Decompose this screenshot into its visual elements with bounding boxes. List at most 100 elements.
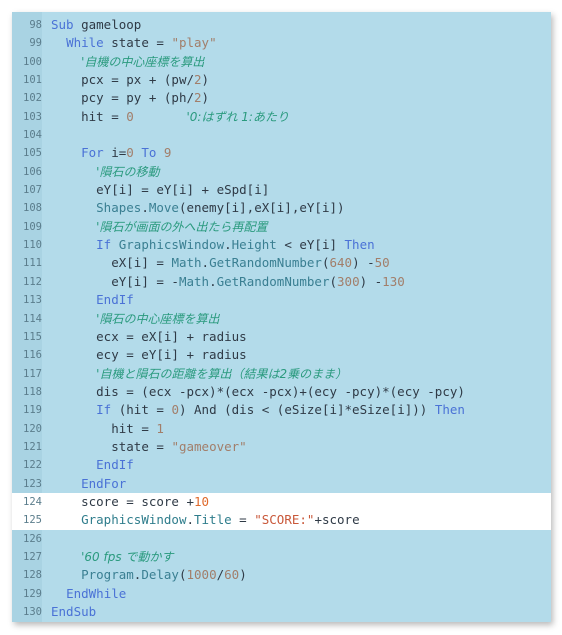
line-number: 105: [23, 147, 42, 160]
comment: '隕石の中心座標を算出: [96, 311, 220, 326]
code-text: pcy = py + (ph/: [81, 90, 194, 106]
line-number: 115: [23, 330, 42, 343]
code-text: < eY[i]: [276, 237, 345, 253]
code-line[interactable]: 116 ecy = eY[i] + radius: [12, 346, 551, 364]
line-number: 103: [23, 110, 42, 123]
line-number: 109: [23, 220, 42, 233]
line-number: 114: [23, 312, 42, 325]
code-content: dis = (ecx -pcx)*(ecx -pcx)+(ecy -pcy)*(…: [51, 383, 465, 401]
number-literal: 1: [156, 420, 164, 436]
number-literal: 0: [171, 402, 179, 418]
comment: '自機と隕石の距離を算出（結果は2乗のまま）: [96, 366, 348, 381]
code-line[interactable]: 99 While state = "play": [12, 34, 551, 52]
comment: '隕石が画面の外へ出たら再配置: [96, 219, 268, 234]
keyword: Then: [434, 402, 465, 418]
code-content: hit = 1: [51, 420, 164, 438]
code-text: .: [224, 237, 232, 253]
line-number: 127: [23, 550, 42, 563]
code-line[interactable]: 122 EndIf: [12, 456, 551, 474]
code-line[interactable]: 110 If GraphicsWindow.Height < eY[i] The…: [12, 236, 551, 254]
code-line[interactable]: 127 '60 fps で動かす: [12, 548, 551, 566]
comment: '0:はずれ 1:あたり: [186, 109, 289, 124]
code-text: eY[i] = eY[i] + eSpd[i]: [96, 182, 270, 198]
code-line[interactable]: 106 '隕石の移動: [12, 163, 551, 181]
code-line[interactable]: 100 '自機の中心座標を算出: [12, 53, 551, 71]
keyword: Sub: [51, 17, 74, 32]
line-number: 118: [23, 385, 42, 398]
code-text: ecy = eY[i] + radius: [96, 347, 247, 363]
code-line[interactable]: 112 eY[i] = -Math.GetRandomNumber(300) -…: [12, 273, 551, 291]
code-text: (: [329, 273, 338, 289]
code-line[interactable]: 105 For i=0 To 9: [12, 144, 551, 162]
code-line[interactable]: 119 If (hit = 0) And (dis < (eSize[i]*eS…: [12, 401, 551, 419]
code-text: (enemy[i],eX[i],eY[i]): [178, 200, 345, 216]
keyword: EndWhile: [66, 585, 127, 601]
code-text: (: [178, 567, 187, 583]
number-literal: 60: [224, 567, 240, 583]
code-line[interactable]: 124 score = score +10: [12, 492, 551, 512]
identifier-member: Move: [148, 200, 179, 216]
code-content: Program.Delay(1000/60): [51, 566, 247, 584]
code-text: score = score +: [81, 493, 194, 509]
code-content: ecx = eX[i] + radius: [51, 328, 247, 346]
code-text: .: [141, 200, 149, 216]
identifier-member: Shapes: [96, 200, 142, 216]
code-text: eY[i] = -: [111, 273, 179, 289]
code-line[interactable]: 117 '自機と隕石の距離を算出（結果は2乗のまま）: [12, 365, 551, 383]
code-line[interactable]: 114 '隕石の中心座標を算出: [12, 310, 551, 328]
code-content: ecy = eY[i] + radius: [51, 346, 247, 364]
code-line[interactable]: 113 EndIf: [12, 291, 551, 309]
code-line[interactable]: 118 dis = (ecx -pcx)*(ecx -pcx)+(ecy -pc…: [12, 383, 551, 401]
code-line[interactable]: 128 Program.Delay(1000/60): [12, 566, 551, 584]
line-number: 128: [23, 569, 42, 582]
code-content: eY[i] = -Math.GetRandomNumber(300) -130: [51, 273, 405, 291]
code-line[interactable]: 103 hit = 0 '0:はずれ 1:あたり: [12, 108, 551, 126]
code-line[interactable]: 129 EndWhile: [12, 585, 551, 603]
line-number: 113: [23, 294, 42, 307]
code-line[interactable]: 108 Shapes.Move(enemy[i],eX[i],eY[i]): [12, 199, 551, 217]
line-number: 129: [23, 587, 42, 600]
identifier-member: GraphicsWindow: [81, 512, 187, 528]
line-number: 107: [23, 184, 42, 197]
code-line[interactable]: 120 hit = 1: [12, 420, 551, 438]
line-number: 130: [23, 606, 42, 618]
number-literal: 10: [194, 493, 210, 509]
line-number: 110: [23, 239, 42, 252]
code-line[interactable]: 115 ecx = eX[i] + radius: [12, 328, 551, 346]
code-content: EndFor: [51, 475, 126, 493]
line-number: 120: [23, 422, 42, 435]
code-content: Shapes.Move(enemy[i],eX[i],eY[i]): [51, 199, 345, 217]
code-line[interactable]: 126: [12, 530, 551, 548]
code-line[interactable]: 107 eY[i] = eY[i] + eSpd[i]: [12, 181, 551, 199]
identifier-member: Math: [178, 273, 210, 289]
code-line[interactable]: 123 EndFor: [12, 475, 551, 493]
code-line[interactable]: 125 GraphicsWindow.Title = "SCORE:"+scor…: [12, 511, 551, 530]
line-number: 98: [29, 19, 42, 31]
code-content: hit = 0 '0:はずれ 1:あたり: [51, 108, 289, 126]
line-number: 126: [23, 532, 42, 545]
code-line[interactable]: 104: [12, 126, 551, 144]
code-line[interactable]: 102 pcy = py + (ph/2): [12, 89, 551, 107]
identifier-member: GetRandomNumber: [209, 255, 322, 271]
code-line[interactable]: 109 '隕石が画面の外へ出たら再配置: [12, 218, 551, 236]
code-line[interactable]: 98 Sub gameloop: [12, 16, 551, 34]
keyword: To: [141, 145, 157, 161]
code-text: eX[i] =: [111, 255, 172, 271]
code-line[interactable]: 121 state = "gameover": [12, 438, 551, 456]
code-line[interactable]: 130 EndSub: [12, 603, 551, 621]
code-line[interactable]: 101 pcx = px + (pw/2): [12, 71, 551, 89]
code-editor[interactable]: 98 Sub gameloop 99 While state = "play" 100…: [12, 12, 551, 622]
line-number: 122: [23, 459, 42, 472]
identifier-member: Title: [194, 512, 232, 528]
line-number: 106: [23, 165, 42, 178]
code-text: gameloop: [73, 17, 142, 32]
string-literal: "SCORE:": [254, 512, 315, 528]
code-line[interactable]: 111 eX[i] = Math.GetRandomNumber(640) -5…: [12, 254, 551, 272]
code-content: '隕石の移動: [51, 163, 159, 181]
code-text: (: [321, 255, 330, 271]
identifier-member: Height: [231, 237, 277, 253]
code-lines: 98 Sub gameloop 99 While state = "play" 100…: [12, 16, 551, 621]
identifier-member: Program: [81, 567, 134, 583]
